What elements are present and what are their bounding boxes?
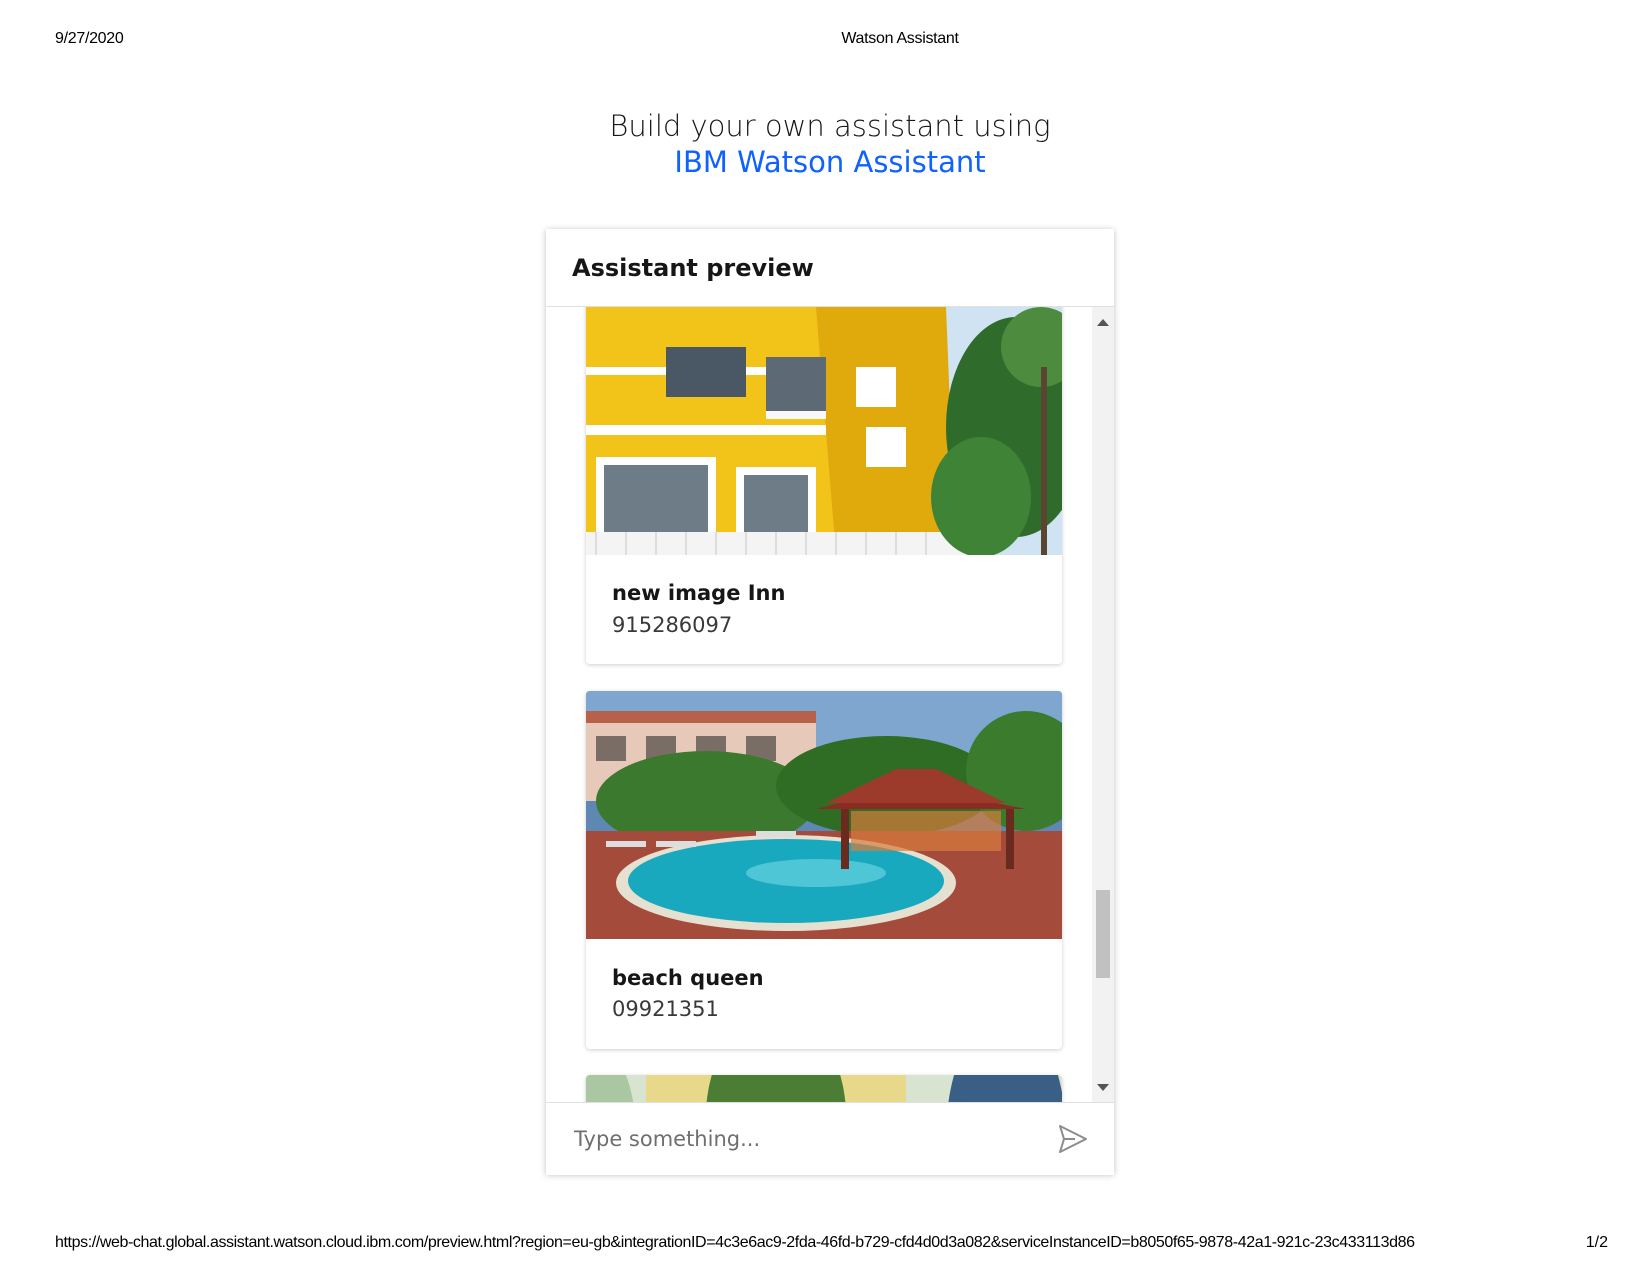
hotel-name: beach queen [612, 966, 764, 990]
message-list[interactable]: new image Inn 915286097 beach queen 0992… [546, 307, 1114, 1102]
hotel-name: new image Inn [612, 581, 786, 605]
triangle-down-icon[interactable] [1097, 1084, 1109, 1091]
hotel-image [586, 691, 1062, 939]
print-url: https://web-chat.global.assistant.watson… [55, 1234, 1415, 1251]
scrollbar-thumb[interactable] [1096, 890, 1110, 978]
hotel-card[interactable]: beach queen 09921351 [586, 691, 1062, 1049]
hero-line-1: Build your own assistant using [609, 109, 1051, 143]
message-input[interactable] [574, 1119, 1014, 1159]
assistant-widget: Assistant preview new image Inn 91528609… [546, 229, 1114, 1175]
input-bar [546, 1102, 1114, 1175]
hero-line-2: IBM Watson Assistant [674, 145, 986, 179]
hotel-card[interactable]: new image Inn 915286097 [586, 307, 1062, 664]
messages-scrollbar[interactable] [1092, 307, 1114, 1102]
print-page-number: 1/2 [1585, 1234, 1608, 1251]
widget-header: Assistant preview [546, 229, 1114, 307]
hotel-phone: 09921351 [612, 997, 719, 1021]
hero-heading: Build your own assistant using IBM Watso… [560, 108, 1100, 180]
triangle-up-icon[interactable] [1097, 319, 1109, 326]
widget-title: Assistant preview [572, 254, 814, 282]
hotel-phone: 915286097 [612, 613, 733, 637]
print-title: Watson Assistant [841, 30, 959, 47]
send-icon[interactable] [1057, 1123, 1089, 1155]
hotel-image [586, 1075, 1062, 1102]
hotel-image [586, 307, 1062, 555]
hotel-card[interactable] [586, 1075, 1062, 1102]
